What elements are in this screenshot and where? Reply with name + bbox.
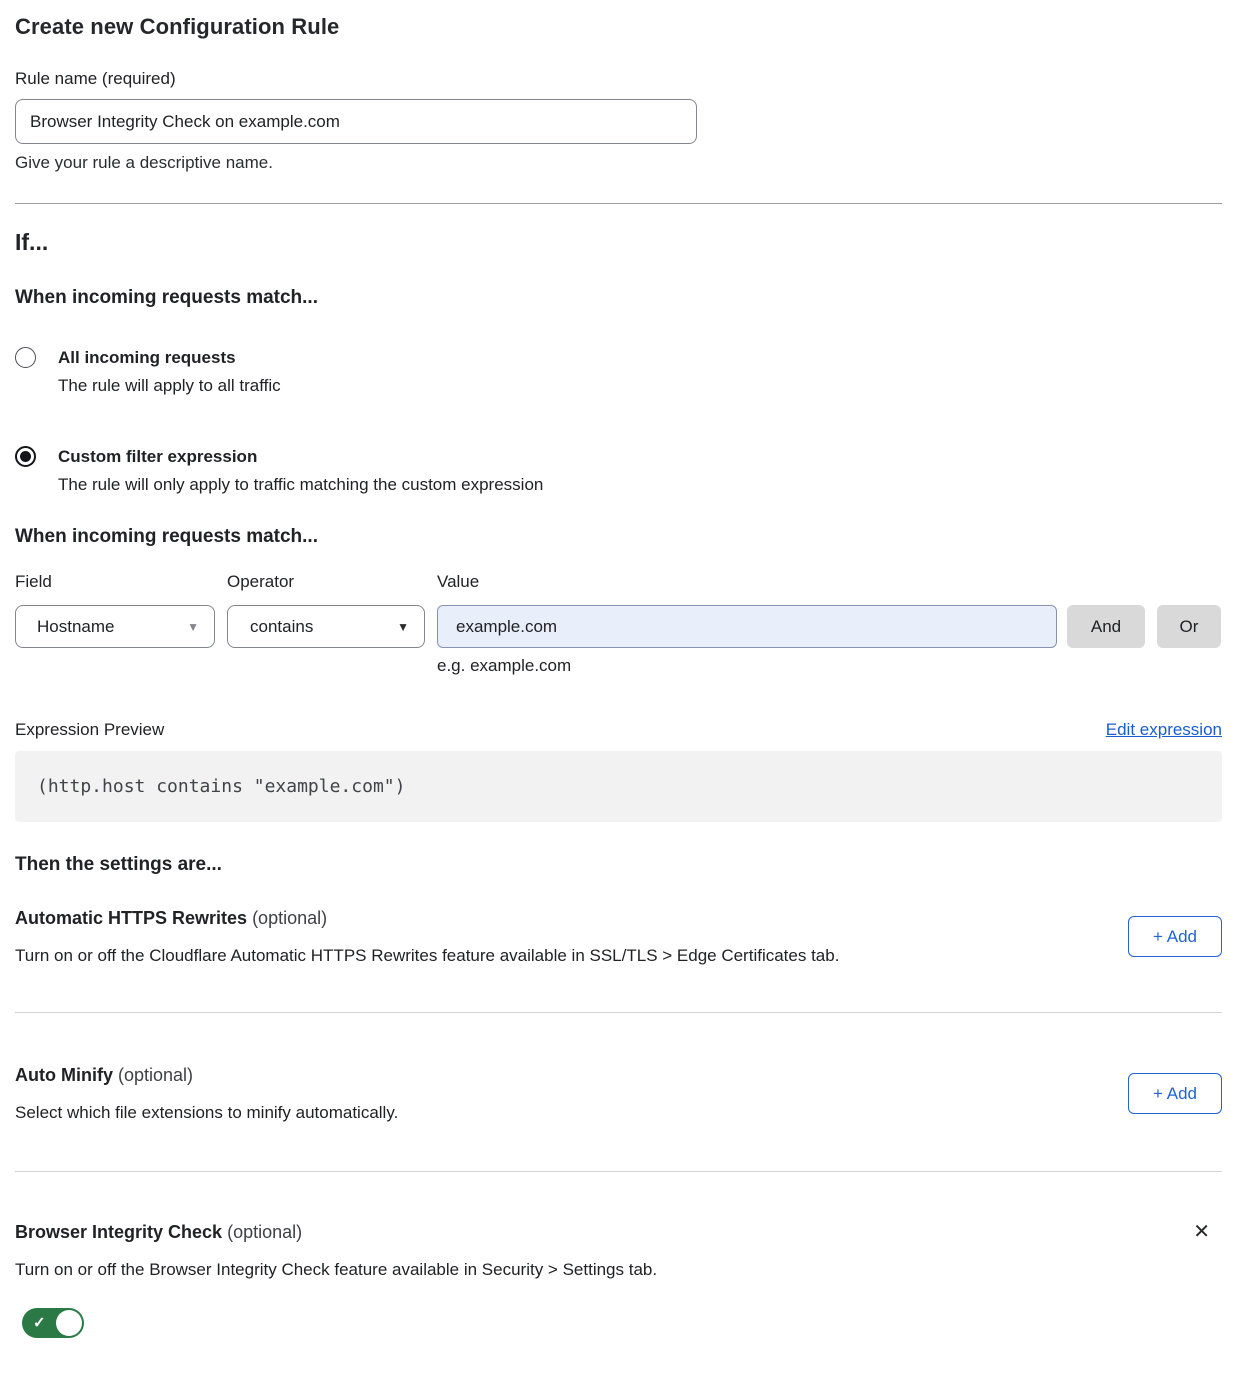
- radio-option-text: All incoming requests The rule will appl…: [58, 347, 281, 396]
- field-column-label: Field: [15, 572, 227, 592]
- field-select[interactable]: Hostname ▼: [15, 605, 215, 648]
- radio-option-text: Custom filter expression The rule will o…: [58, 446, 543, 495]
- rule-name-input[interactable]: [15, 99, 697, 144]
- radio-option-all-requests[interactable]: All incoming requests The rule will appl…: [15, 347, 1222, 396]
- browser-integrity-check-toggle[interactable]: ✓: [22, 1308, 84, 1338]
- setting-automatic-https-rewrites: Automatic HTTPS Rewrites (optional) Turn…: [15, 906, 1222, 968]
- value-example-help: e.g. example.com: [437, 656, 1222, 676]
- add-automatic-https-rewrites-button[interactable]: + Add: [1128, 916, 1222, 957]
- expression-builder-column-labels: Field Operator Value: [15, 572, 1222, 592]
- setting-description: Select which file extensions to minify a…: [15, 1101, 398, 1125]
- and-button[interactable]: And: [1067, 605, 1145, 648]
- value-column-label: Value: [437, 572, 479, 592]
- expression-preview-label: Expression Preview: [15, 720, 164, 740]
- setting-optional-text: (optional): [227, 1222, 302, 1242]
- radio-option-description: The rule will apply to all traffic: [58, 375, 281, 396]
- setting-text: Browser Integrity Check (optional) Turn …: [15, 1220, 657, 1282]
- setting-optional-text: (optional): [252, 908, 327, 928]
- setting-text: Auto Minify (optional) Select which file…: [15, 1063, 398, 1125]
- setting-auto-minify: Auto Minify (optional) Select which file…: [15, 1063, 1222, 1125]
- rule-name-help: Give your rule a descriptive name.: [15, 153, 1222, 173]
- radio-unselected-icon[interactable]: [15, 347, 36, 368]
- setting-description: Turn on or off the Browser Integrity Che…: [15, 1258, 657, 1282]
- divider: [15, 203, 1222, 204]
- chevron-down-icon: ▼: [187, 621, 199, 633]
- setting-browser-integrity-check: Browser Integrity Check (optional) Turn …: [15, 1220, 1222, 1282]
- operator-select[interactable]: contains ▼: [227, 605, 425, 648]
- add-auto-minify-button[interactable]: + Add: [1128, 1073, 1222, 1114]
- chevron-down-icon: ▼: [397, 621, 409, 633]
- setting-title-text: Browser Integrity Check: [15, 1222, 222, 1242]
- expression-builder-heading: When incoming requests match...: [15, 526, 1222, 548]
- setting-title: Auto Minify (optional): [15, 1063, 398, 1087]
- divider: [15, 1171, 1222, 1172]
- radio-option-custom-expression[interactable]: Custom filter expression The rule will o…: [15, 446, 1222, 495]
- expression-builder-row: Hostname ▼ contains ▼ And Or: [15, 605, 1222, 648]
- operator-select-value: contains: [250, 617, 313, 637]
- setting-title-text: Auto Minify: [15, 1065, 113, 1085]
- page-title: Create new Configuration Rule: [15, 14, 1222, 40]
- if-heading: If...: [15, 229, 1222, 256]
- toggle-knob: [56, 1310, 82, 1336]
- setting-optional-text: (optional): [118, 1065, 193, 1085]
- radio-option-label: All incoming requests: [58, 347, 281, 368]
- expression-preview-header: Expression Preview Edit expression: [15, 720, 1222, 740]
- setting-title: Browser Integrity Check (optional): [15, 1220, 657, 1244]
- radio-selected-icon[interactable]: [15, 446, 36, 467]
- expression-preview-code: (http.host contains "example.com"): [15, 751, 1222, 822]
- edit-expression-link[interactable]: Edit expression: [1106, 720, 1222, 740]
- or-button[interactable]: Or: [1157, 605, 1221, 648]
- rule-name-label: Rule name (required): [15, 69, 1222, 89]
- check-icon: ✓: [33, 1316, 46, 1331]
- field-select-value: Hostname: [37, 617, 114, 637]
- then-settings-heading: Then the settings are...: [15, 854, 1222, 876]
- radio-option-label: Custom filter expression: [58, 446, 543, 467]
- radio-option-description: The rule will only apply to traffic matc…: [58, 474, 543, 495]
- operator-column-label: Operator: [227, 572, 437, 592]
- setting-title-text: Automatic HTTPS Rewrites: [15, 908, 247, 928]
- value-input[interactable]: [437, 605, 1057, 648]
- create-configuration-rule-form: Create new Configuration Rule Rule name …: [0, 0, 1237, 1338]
- setting-text: Automatic HTTPS Rewrites (optional) Turn…: [15, 906, 839, 968]
- setting-title: Automatic HTTPS Rewrites (optional): [15, 906, 839, 930]
- when-match-heading: When incoming requests match...: [15, 287, 1222, 309]
- setting-description: Turn on or off the Cloudflare Automatic …: [15, 944, 839, 968]
- close-icon[interactable]: ✕: [1193, 1222, 1210, 1242]
- divider: [15, 1012, 1222, 1013]
